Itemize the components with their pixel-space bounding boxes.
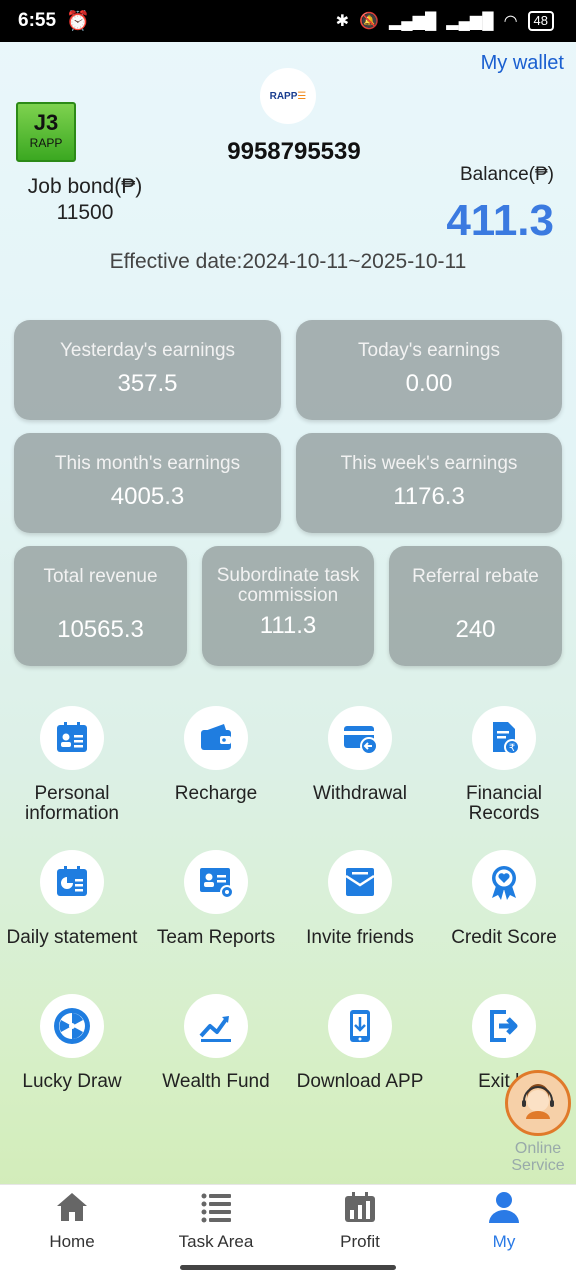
list-icon [198,1190,234,1229]
card-value: 10565.3 [57,616,144,643]
job-bond-value: 11500 [56,201,114,224]
card-value: 1176.3 [393,483,465,510]
bluetooth-icon: ✱ [335,13,350,30]
card-label: Total revenue [43,566,158,587]
mail-icon [328,850,392,914]
menu-label: Withdrawal [313,783,407,804]
tab-task-area[interactable]: Task Area [144,1185,288,1256]
card-value: 240 [455,616,496,643]
card-value: 0.00 [405,370,453,397]
tab-profit[interactable]: Profit [288,1185,432,1256]
job-bond: Job bond(₱) 11500 [20,174,150,226]
card-label: This week's earnings [340,453,518,474]
card-value: 357.5 [117,370,178,397]
tab-label: Profit [340,1231,380,1251]
menu-personal-information[interactable]: Personal information [0,706,144,824]
team-report-icon [184,850,248,914]
menu-credit-score[interactable]: Credit Score [432,850,576,948]
signal-icon-2: ▂▄▆█ [446,13,494,30]
menu-label: Download APP [296,1071,424,1092]
headset-agent-icon [505,1070,571,1136]
tab-my[interactable]: My [432,1185,576,1256]
card-today-earnings: Today's earnings 0.00 [296,320,562,420]
card-month-earnings: This month's earnings 4005.3 [14,433,281,533]
menu-label: Team Reports [156,927,276,948]
status-time: 6:55 [18,10,57,31]
document-rupee-icon: ₹ [472,706,536,770]
card-label: This month's earnings [54,453,241,474]
battery-icon: 48 [527,11,554,31]
online-service-button[interactable]: Online Service [503,1070,573,1174]
mute-icon: 🔕 [359,13,379,30]
card-withdraw-icon [328,706,392,770]
level-text: J3 [33,110,59,135]
exit-icon [472,994,536,1058]
tab-home[interactable]: Home [0,1185,144,1256]
id-card-icon [40,706,104,770]
effective-date: Effective date:2024-10-11~2025-10-11 [109,250,467,273]
card-subordinate-commission: Subordinate task commission 111.3 [202,546,374,666]
phone-download-icon [328,994,392,1058]
menu-wealth-fund[interactable]: Wealth Fund [144,994,288,1092]
card-label: Today's earnings [358,340,500,361]
card-label: Yesterday's earnings [59,340,236,361]
tab-label: Home [49,1231,95,1251]
profit-icon [342,1190,378,1229]
user-icon [486,1190,522,1229]
tab-label: My [492,1231,516,1251]
wifi-icon: ◠ [503,13,518,30]
menu-label: Recharge [174,783,258,804]
trend-chart-icon [184,994,248,1058]
card-label: Referral rebate [412,566,539,587]
logo-text: RAPP [269,90,298,102]
app-logo: RAPP ☰ [260,68,316,124]
menu-label: Credit Score [451,927,557,948]
ribbon-heart-icon [472,850,536,914]
wallet-icon [184,706,248,770]
card-value: 111.3 [259,612,317,639]
home-icon [54,1190,90,1229]
my-wallet-link[interactable]: My wallet [481,52,564,75]
card-referral-rebate: Referral rebate 240 [389,546,562,666]
status-bar: 6:55 ⏰ ✱ 🔕 ▂▄▆█ ▂▄▆█ ◠ 48 [0,0,576,42]
menu-label: Financial Records [465,783,543,824]
card-label: Subordinate task commission [216,565,360,606]
card-yesterday-earnings: Yesterday's earnings 357.5 [14,320,281,420]
alarm-icon: ⏰ [66,11,90,32]
menu-label: Personal information [25,783,119,824]
menu-team-reports[interactable]: Team Reports [144,850,288,948]
card-value: 4005.3 [110,483,185,510]
balance-value: 411.3 [446,196,554,245]
user-phone: 9958795539 [227,138,361,165]
job-bond-label: Job bond(₱) [27,175,143,198]
signal-icon: ▂▄▆█ [389,13,437,30]
balance-label: Balance(₱) [460,164,554,185]
menu-label: Wealth Fund [162,1071,270,1092]
calendar-chart-icon [40,850,104,914]
menu-label: Lucky Draw [22,1071,122,1092]
bottom-tab-bar: Home Task Area Profit My [0,1184,576,1256]
card-week-earnings: This week's earnings 1176.3 [296,433,562,533]
menu-lucky-draw[interactable]: Lucky Draw [0,994,144,1092]
online-service-label: Online Service [511,1140,565,1174]
svg-text:₹: ₹ [509,743,515,754]
wheel-icon [40,994,104,1058]
menu-daily-statement[interactable]: Daily statement [0,850,144,948]
menu-invite-friends[interactable]: Invite friends [288,850,432,948]
menu-recharge[interactable]: Recharge [144,706,288,804]
home-indicator [0,1256,576,1280]
menu-financial-records[interactable]: ₹ Financial Records [432,706,576,824]
menu-download-app[interactable]: Download APP [288,994,432,1092]
menu-withdrawal[interactable]: Withdrawal [288,706,432,804]
card-total-revenue: Total revenue 10565.3 [14,546,187,666]
tab-label: Task Area [178,1231,254,1251]
menu-label: Daily statement [6,927,138,948]
menu-label: Invite friends [306,927,414,948]
